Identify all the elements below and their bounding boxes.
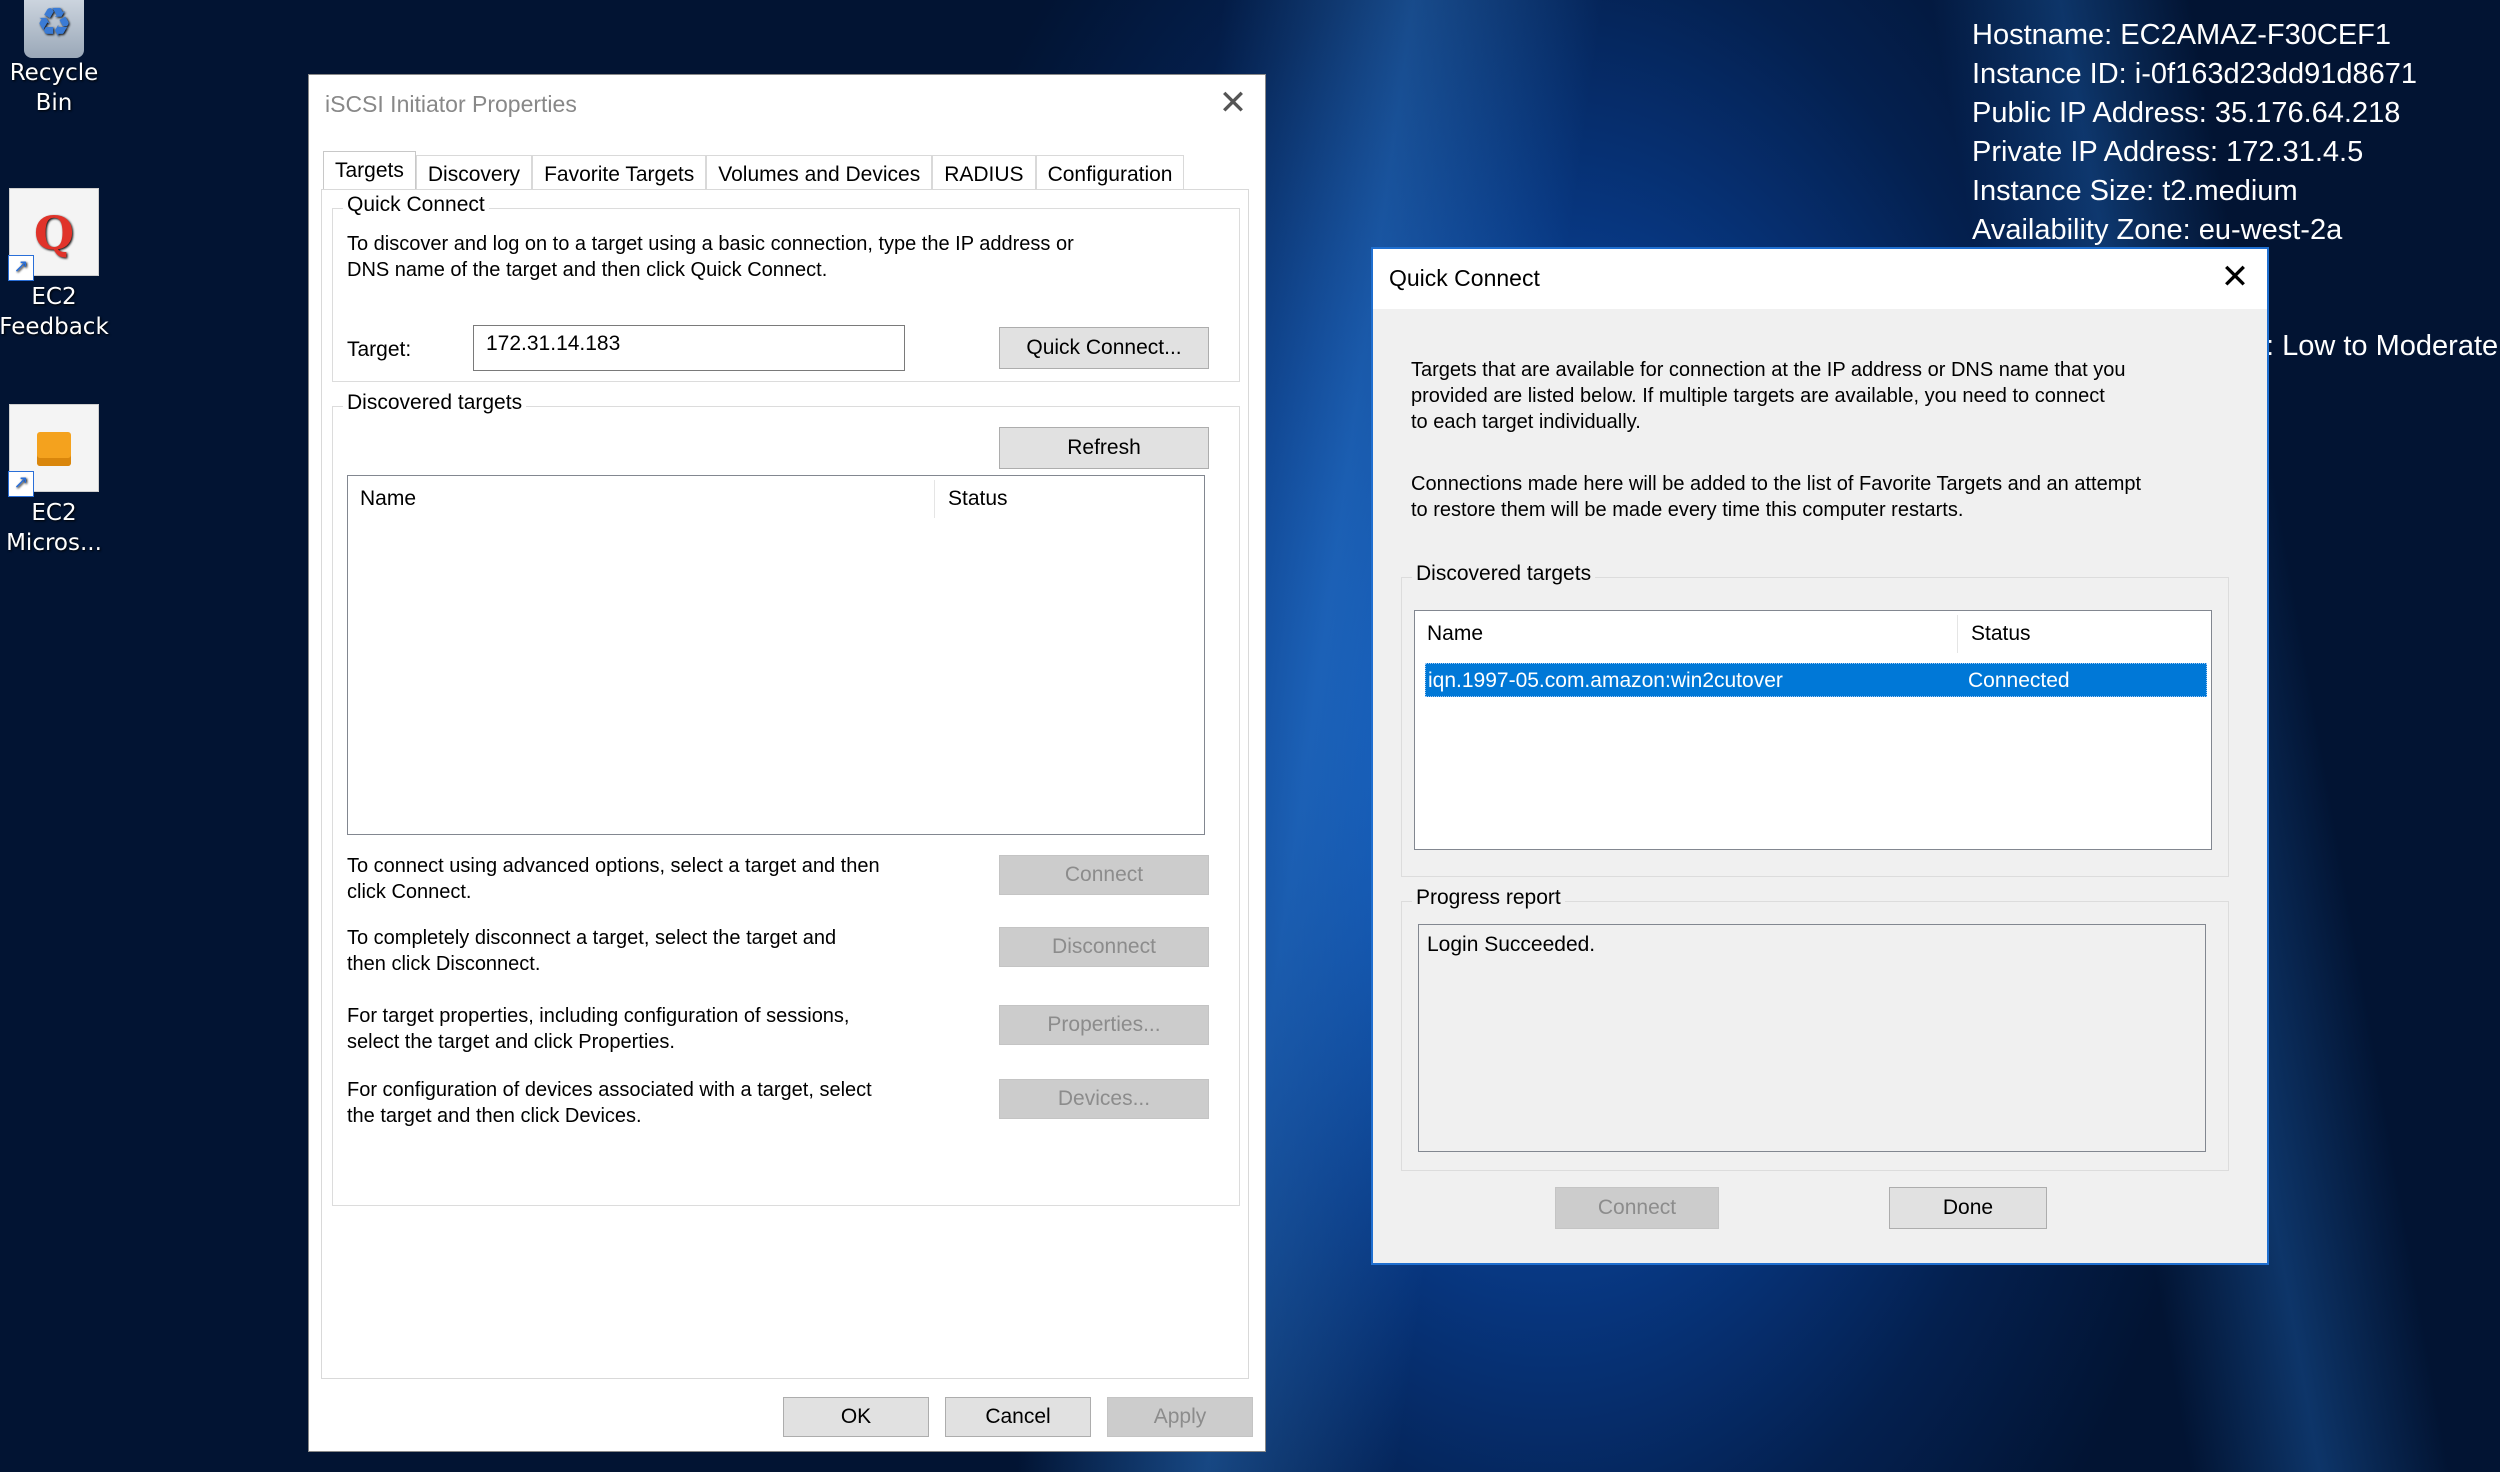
column-status[interactable]: Status	[1959, 611, 2031, 657]
progress-report-group: Progress report Login Succeeded.	[1401, 886, 2229, 1171]
tab-radius[interactable]: RADIUS	[932, 155, 1036, 193]
target-status: Connected	[1968, 669, 2070, 692]
desktop-icon-label: Micros...	[6, 530, 102, 556]
instance-info: Hostname: EC2AMAZ-F30CEF1 Instance ID: i…	[1972, 16, 2417, 250]
progress-report-text: Login Succeeded.	[1418, 924, 2206, 1152]
qc-connect-button[interactable]: Connect	[1555, 1187, 1719, 1229]
iscsi-initiator-window: iSCSI Initiator Properties ✕ Targets Dis…	[308, 74, 1266, 1452]
recycle-bin-icon: ♻	[24, 0, 84, 58]
list-header: Name Status	[348, 476, 1204, 522]
disconnect-instructions: To completely disconnect a target, selec…	[347, 927, 837, 975]
target-input[interactable]: 172.31.14.183	[473, 325, 905, 371]
apply-button[interactable]: Apply	[1107, 1397, 1253, 1437]
connect-instructions: To connect using advanced options, selec…	[347, 855, 880, 903]
quick-connect-description: To discover and log on to a target using…	[347, 233, 1074, 281]
discovered-targets-list[interactable]: Name Status	[347, 475, 1205, 835]
info-hostname: Hostname: EC2AMAZ-F30CEF1	[1972, 19, 2392, 51]
desktop-icon-ec2-feedback[interactable]: Q ↗ EC2 Feedback	[0, 188, 114, 342]
quick-connect-button[interactable]: Quick Connect...	[999, 327, 1209, 369]
desktop-icon-label: EC2	[31, 500, 77, 526]
close-icon[interactable]: ✕	[1213, 83, 1253, 123]
target-name: iqn.1997-05.com.amazon:win2cutover	[1428, 669, 1783, 692]
tab-volumes-and-devices[interactable]: Volumes and Devices	[706, 155, 933, 193]
desktop-icon-ec2-micros[interactable]: ↗ EC2 Micros...	[0, 404, 114, 558]
properties-instructions: For target properties, including configu…	[347, 1005, 850, 1053]
ec2-feedback-icon: Q ↗	[8, 188, 99, 281]
close-icon[interactable]: ✕	[2215, 257, 2255, 297]
cancel-button[interactable]: Cancel	[945, 1397, 1091, 1437]
tab-favorite-targets[interactable]: Favorite Targets	[532, 155, 707, 193]
window-title: iSCSI Initiator Properties	[325, 91, 577, 117]
column-name[interactable]: Name	[348, 476, 416, 522]
intro-text: Targets that are available for connectio…	[1411, 359, 2126, 433]
desktop-icon-recycle-bin[interactable]: ♻ Recycle Bin	[0, 0, 114, 118]
ok-button[interactable]: OK	[783, 1397, 929, 1437]
info-network-performance: : Low to Moderate	[2266, 330, 2499, 362]
group-label: Quick Connect	[343, 193, 489, 217]
tab-strip: Targets Discovery Favorite Targets Volum…	[323, 151, 1185, 193]
discovered-targets-group: Discovered targets Refresh Name Status T…	[332, 391, 1240, 1206]
dialog-title: Quick Connect	[1389, 265, 1540, 291]
target-label: Target:	[347, 338, 412, 361]
quick-connect-group: Quick Connect To discover and log on to …	[332, 193, 1240, 382]
targets-panel: Quick Connect To discover and log on to …	[321, 189, 1249, 1379]
disconnect-button[interactable]: Disconnect	[999, 927, 1209, 967]
tab-discovery[interactable]: Discovery	[415, 155, 533, 193]
ec2-box-icon: ↗	[8, 404, 99, 497]
connect-button[interactable]: Connect	[999, 855, 1209, 895]
desktop-icon-label: Recycle Bin	[9, 60, 99, 116]
title-bar[interactable]: iSCSI Initiator Properties ✕	[309, 75, 1265, 135]
group-label: Discovered targets	[343, 391, 527, 415]
info-public-ip: Public IP Address: 35.176.64.218	[1972, 97, 2401, 129]
desktop-icon-label: EC2	[31, 284, 77, 310]
title-bar[interactable]: Quick Connect ✕	[1373, 249, 2267, 309]
info-instance-id: Instance ID: i-0f163d23dd91d8671	[1972, 58, 2418, 90]
info-instance-size: Instance Size: t2.medium	[1972, 175, 2298, 207]
qc-discovered-targets-group: Discovered targets Name Status iqn.1997-…	[1401, 562, 2229, 877]
column-status[interactable]: Status	[936, 476, 1008, 522]
done-button[interactable]: Done	[1889, 1187, 2047, 1229]
shortcut-arrow-icon: ↗	[8, 471, 34, 497]
quick-connect-dialog: Quick Connect ✕ Targets that are availab…	[1371, 247, 2269, 1265]
list-header: Name Status	[1415, 611, 2211, 657]
target-row[interactable]: iqn.1997-05.com.amazon:win2cutover Conne…	[1425, 663, 2207, 697]
info-availability-zone: Availability Zone: eu-west-2a	[1972, 214, 2343, 246]
group-label: Progress report	[1412, 886, 1565, 910]
qc-targets-list[interactable]: Name Status iqn.1997-05.com.amazon:win2c…	[1414, 610, 2212, 850]
properties-button[interactable]: Properties...	[999, 1005, 1209, 1045]
devices-button[interactable]: Devices...	[999, 1079, 1209, 1119]
group-label: Discovered targets	[1412, 562, 1596, 586]
shortcut-arrow-icon: ↗	[8, 255, 34, 281]
devices-instructions: For configuration of devices associated …	[347, 1079, 872, 1127]
tab-configuration[interactable]: Configuration	[1035, 155, 1185, 193]
desktop-icon-label: Feedback	[0, 314, 109, 340]
info-private-ip: Private IP Address: 172.31.4.5	[1972, 136, 2364, 168]
favorites-note: Connections made here will be added to t…	[1411, 473, 2142, 521]
refresh-button[interactable]: Refresh	[999, 427, 1209, 469]
tab-targets[interactable]: Targets	[323, 151, 416, 193]
column-name[interactable]: Name	[1415, 611, 1483, 657]
